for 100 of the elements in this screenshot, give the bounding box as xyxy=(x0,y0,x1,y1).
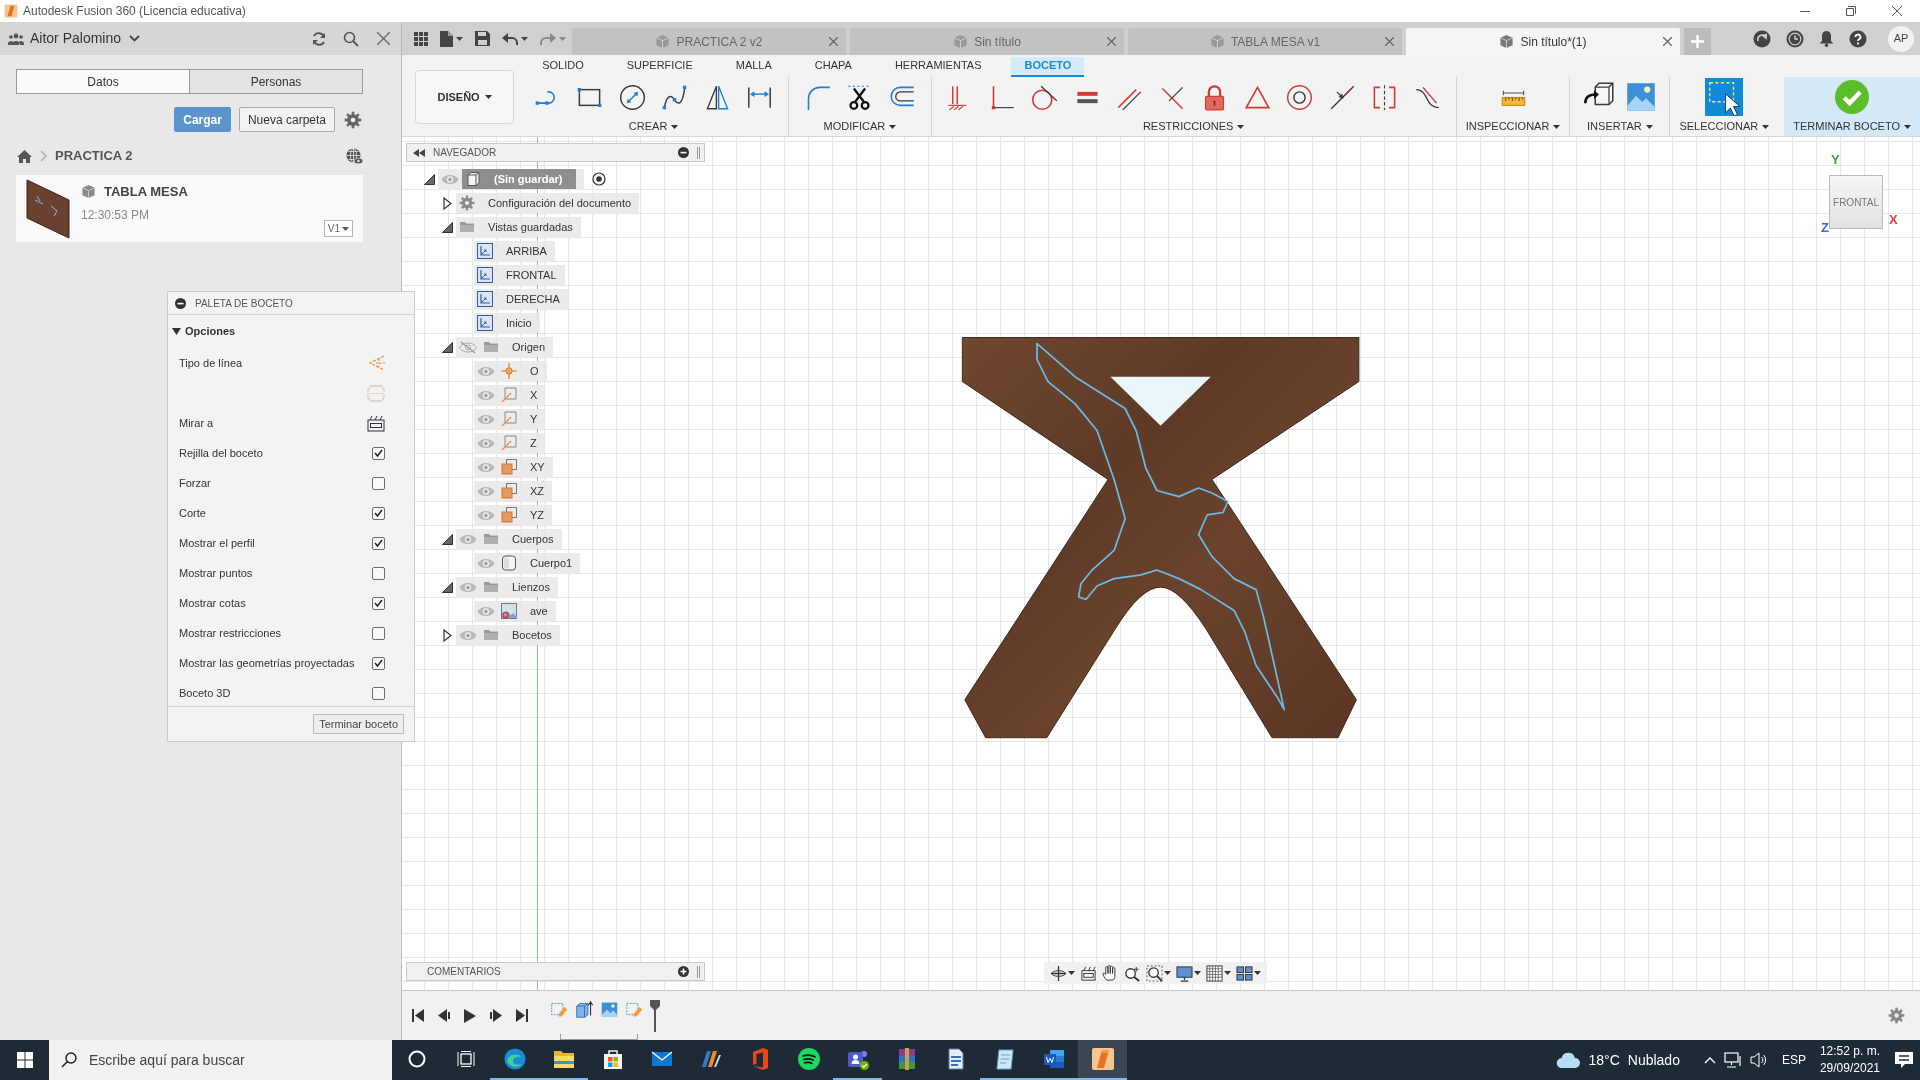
zoom-icon[interactable] xyxy=(1124,964,1141,982)
globe-icon[interactable] xyxy=(346,147,363,165)
caret-icon[interactable] xyxy=(521,36,528,41)
caret-icon[interactable] xyxy=(1224,971,1231,975)
look-at-icon[interactable] xyxy=(1080,964,1097,982)
grid-icon[interactable] xyxy=(1206,964,1223,982)
clock-date[interactable]: 29/09/2021 xyxy=(1819,1060,1880,1077)
tree-item[interactable]: Z xyxy=(474,433,545,453)
display-icon[interactable] xyxy=(1176,964,1193,982)
app-tile-icon[interactable] xyxy=(1090,1047,1115,1071)
swirl-icon[interactable] xyxy=(502,1047,527,1071)
sound-waves-icon[interactable] xyxy=(796,1047,821,1071)
caret-icon[interactable] xyxy=(1254,971,1261,975)
input-language[interactable]: ESP xyxy=(1781,1051,1806,1069)
tool-group-menu[interactable]: INSERTAR xyxy=(1585,117,1655,136)
triangle-icon[interactable] xyxy=(423,173,435,185)
tree-item[interactable]: Origen xyxy=(456,337,554,357)
active-radio-icon[interactable] xyxy=(592,172,607,186)
caret-icon[interactable] xyxy=(1904,124,1911,129)
cloud-icon[interactable] xyxy=(1556,1052,1581,1068)
tree-item[interactable]: Lienzos xyxy=(456,577,558,597)
search-field[interactable]: Escribe aquí para buscar xyxy=(49,1040,392,1080)
weather-condition[interactable]: Nublado xyxy=(1627,1049,1680,1071)
workspace-menu[interactable]: DISEÑO xyxy=(415,70,515,124)
caret-icon[interactable] xyxy=(1068,971,1075,975)
triangle-icon[interactable] xyxy=(442,628,452,642)
tree-item[interactable]: XZ xyxy=(474,481,553,501)
tree-item[interactable]: Configuración del documento xyxy=(456,193,640,213)
triangle-icon[interactable] xyxy=(442,196,452,210)
triangle-icon[interactable] xyxy=(441,221,453,233)
options-section-toggle[interactable]: Opciones xyxy=(168,315,414,348)
toolbar-tab[interactable]: SUPERFICIE xyxy=(613,56,706,77)
home-icon[interactable] xyxy=(17,149,32,163)
toolbar-tab[interactable]: HERRAMIENTAS xyxy=(881,56,995,77)
panel-tab[interactable]: Personas xyxy=(190,69,363,94)
tool-group-menu[interactable]: SELECCIONAR xyxy=(1677,117,1772,136)
caret-icon[interactable] xyxy=(342,226,349,231)
collinear-icon[interactable] xyxy=(1328,83,1356,111)
checkbox[interactable] xyxy=(372,596,385,610)
document-tab[interactable]: Sin título*(1) xyxy=(1406,28,1680,55)
orbit-icon[interactable] xyxy=(1050,964,1067,982)
triangle-icon[interactable] xyxy=(441,341,453,353)
chevron-up-icon[interactable] xyxy=(1703,1056,1716,1064)
tree-item[interactable]: XY xyxy=(474,457,553,477)
toolbar-tab[interactable]: MALLA xyxy=(722,56,785,77)
toolbar-tab[interactable]: CHAPA xyxy=(801,56,865,77)
user-avatar[interactable]: AP xyxy=(1888,25,1914,52)
checkbox[interactable] xyxy=(372,506,385,520)
view-cube[interactable]: FRONTAL xyxy=(1829,175,1883,229)
close-icon[interactable] xyxy=(1107,37,1116,46)
file-card[interactable]: TABLA MESA 12:30:53 PM V1 xyxy=(16,175,363,242)
tree-item[interactable]: ave xyxy=(474,601,556,621)
tool-group-menu[interactable]: MODIFICAR xyxy=(821,117,899,136)
caret-icon[interactable] xyxy=(1237,124,1245,129)
triangle-icon[interactable] xyxy=(441,533,453,545)
checkbox[interactable] xyxy=(372,656,385,670)
close-icon[interactable] xyxy=(1663,37,1672,46)
clock-icon[interactable] xyxy=(1786,29,1804,48)
extrude-box-icon[interactable] xyxy=(575,999,594,1019)
toolbar-tab[interactable]: SOLIDO xyxy=(529,56,597,77)
caret-icon[interactable] xyxy=(1194,971,1201,975)
tree-item[interactable]: O xyxy=(474,361,547,381)
tree-item[interactable]: X xyxy=(474,385,546,405)
collapse-arrows-icon[interactable] xyxy=(413,148,425,157)
tree-item[interactable]: DERECHA xyxy=(474,289,568,309)
step-forward-icon[interactable] xyxy=(490,1009,502,1022)
tangent-circle-icon[interactable] xyxy=(1031,83,1059,111)
tree-item[interactable]: Vistas guardadas xyxy=(456,217,581,237)
timeline-marker[interactable] xyxy=(650,999,660,1032)
play-icon[interactable] xyxy=(464,1008,476,1023)
skip-end-icon[interactable] xyxy=(516,1009,528,1022)
breadcrumb-folder[interactable]: PRACTICA 2 xyxy=(55,146,133,166)
viewports-icon[interactable] xyxy=(1236,964,1253,982)
job-status-icon[interactable] xyxy=(1753,29,1771,48)
tree-item[interactable]: Cuerpo1 xyxy=(474,553,581,573)
tool-group-menu[interactable]: CREAR xyxy=(626,117,681,136)
network-icon[interactable] xyxy=(1723,1052,1742,1068)
spline-icon[interactable] xyxy=(661,83,689,111)
caret-icon[interactable] xyxy=(1762,124,1770,129)
caret-icon[interactable] xyxy=(1645,124,1653,129)
caret-icon[interactable] xyxy=(484,95,492,99)
tool-group-menu[interactable]: RESTRICCIONES xyxy=(1140,117,1247,136)
caret-icon[interactable] xyxy=(456,36,463,41)
weather-temperature[interactable]: 18°C xyxy=(1588,1049,1620,1071)
caret-icon[interactable] xyxy=(1164,971,1171,975)
tree-item[interactable]: FRONTAL xyxy=(474,265,565,285)
tree-item[interactable]: Inicio xyxy=(474,313,540,333)
triangle-icon[interactable] xyxy=(441,581,453,593)
checkbox[interactable] xyxy=(372,566,385,580)
notification-icon[interactable] xyxy=(1894,1051,1914,1069)
circle-icon[interactable] xyxy=(618,83,646,111)
step-back-icon[interactable] xyxy=(438,1009,450,1022)
help-icon[interactable] xyxy=(1849,29,1867,48)
speaker-icon[interactable] xyxy=(1749,1052,1768,1068)
version-dropdown[interactable]: V1 xyxy=(323,220,353,237)
triangle-icon[interactable] xyxy=(172,328,181,335)
zoom-window-icon[interactable] xyxy=(1146,964,1163,982)
look-at-icon[interactable] xyxy=(367,414,385,432)
grip-icon[interactable] xyxy=(697,965,700,978)
concentric-circles-icon[interactable] xyxy=(1286,83,1314,111)
